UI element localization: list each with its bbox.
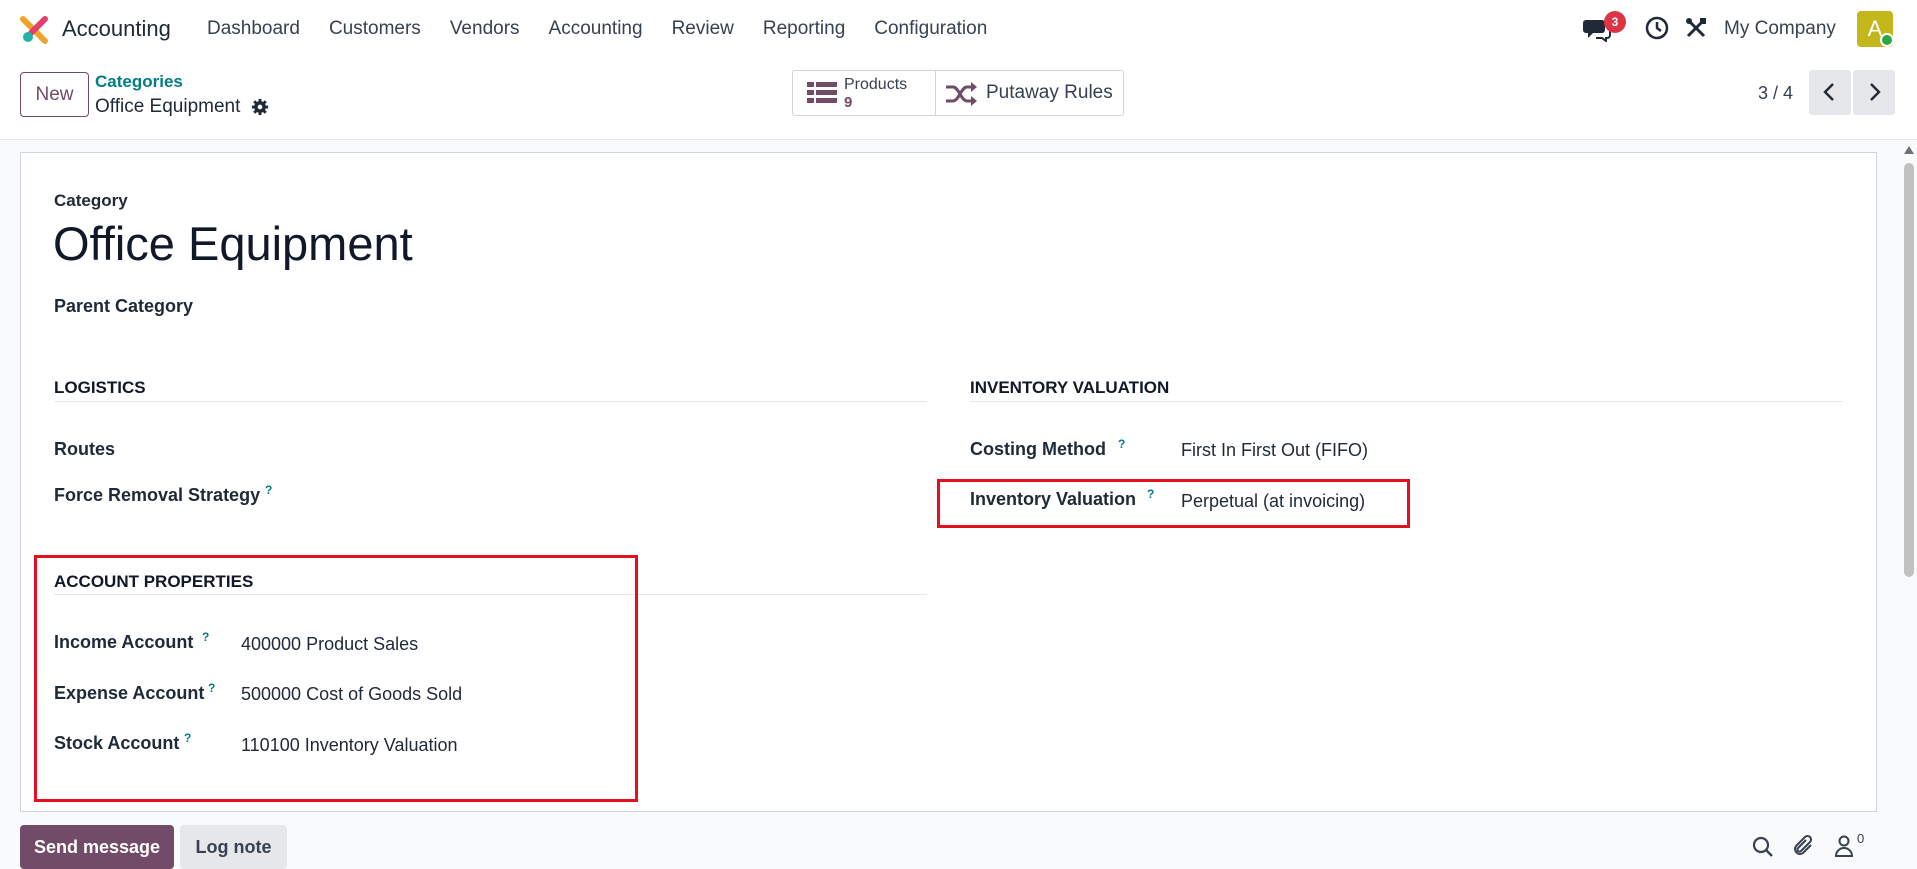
category-label: Category <box>54 191 128 210</box>
menu-item-customers[interactable]: Customers <box>329 18 421 40</box>
menu-item-accounting[interactable]: Accounting <box>549 18 643 40</box>
parent-category-label: Parent Category <box>54 296 194 316</box>
top-navbar: Accounting Dashboard Customers Vendors A… <box>0 0 1917 58</box>
menu-item-configuration[interactable]: Configuration <box>874 18 987 40</box>
smart-buttons: Products 9 Putaway Rules <box>792 70 1124 116</box>
company-switcher[interactable]: My Company <box>1724 18 1836 40</box>
chevron-left-icon <box>1823 83 1834 101</box>
inventory-valuation-section-title: INVENTORY VALUATION <box>970 378 1170 397</box>
paperclip-icon[interactable] <box>1792 834 1816 858</box>
removal-help-icon[interactable]: ? <box>265 483 272 497</box>
products-count: 9 <box>844 94 853 111</box>
highlight-box-account-properties <box>34 555 638 802</box>
pager-value[interactable]: 3 / 4 <box>1758 83 1793 104</box>
pager-previous-button[interactable] <box>1809 70 1851 115</box>
log-note-button[interactable]: Log note <box>180 825 287 869</box>
logistics-divider <box>54 401 927 402</box>
new-button[interactable]: New <box>20 72 89 117</box>
chat-badge: 3 <box>1604 11 1626 33</box>
force-removal-strategy-label: Force Removal Strategy <box>54 485 261 505</box>
scroll-up-arrow-icon[interactable] <box>1904 146 1914 154</box>
list-icon <box>807 82 837 103</box>
chevron-right-icon <box>1870 83 1881 101</box>
valuation-divider <box>970 401 1843 402</box>
costing-help-icon[interactable]: ? <box>1118 437 1125 451</box>
putaway-rules-smart-button[interactable]: Putaway Rules <box>936 71 1123 115</box>
main-menu: Dashboard Customers Vendors Accounting R… <box>207 18 1016 40</box>
menu-item-dashboard[interactable]: Dashboard <box>207 18 300 40</box>
app-name[interactable]: Accounting <box>62 16 171 42</box>
chatter-bar <box>0 812 1917 866</box>
logistics-section-title: LOGISTICS <box>54 378 146 397</box>
search-icon[interactable] <box>1752 836 1774 858</box>
breadcrumb-categories[interactable]: Categories <box>95 72 183 92</box>
routes-label: Routes <box>54 439 116 459</box>
costing-method-label: Costing Method <box>970 439 1106 459</box>
category-name-input[interactable]: Office Equipment <box>53 216 413 271</box>
app-logo-icon[interactable] <box>19 15 49 45</box>
menu-item-vendors[interactable]: Vendors <box>450 18 520 40</box>
products-label: Products <box>844 76 908 93</box>
putaway-rules-label: Putaway Rules <box>986 82 1113 103</box>
menu-item-reporting[interactable]: Reporting <box>763 18 845 40</box>
highlight-box-inventory-valuation <box>937 479 1410 528</box>
control-panel: New Categories Office Equipment Products… <box>0 58 1917 140</box>
shuffle-icon <box>946 82 977 106</box>
products-smart-button[interactable]: Products 9 <box>793 71 936 115</box>
online-status-dot <box>1880 33 1894 47</box>
gear-icon[interactable] <box>251 98 269 116</box>
follower-count: 0 <box>1857 831 1865 846</box>
tools-icon[interactable] <box>1684 16 1708 40</box>
send-message-button[interactable]: Send message <box>20 825 174 869</box>
breadcrumb-current: Office Equipment <box>95 96 241 117</box>
pager-next-button[interactable] <box>1853 70 1895 115</box>
costing-method-field[interactable]: First In First Out (FIFO) <box>1181 440 1368 461</box>
menu-item-review[interactable]: Review <box>672 18 734 40</box>
scrollbar-thumb[interactable] <box>1904 163 1914 577</box>
clock-icon[interactable] <box>1645 16 1669 40</box>
follower-icon[interactable] <box>1834 834 1854 858</box>
